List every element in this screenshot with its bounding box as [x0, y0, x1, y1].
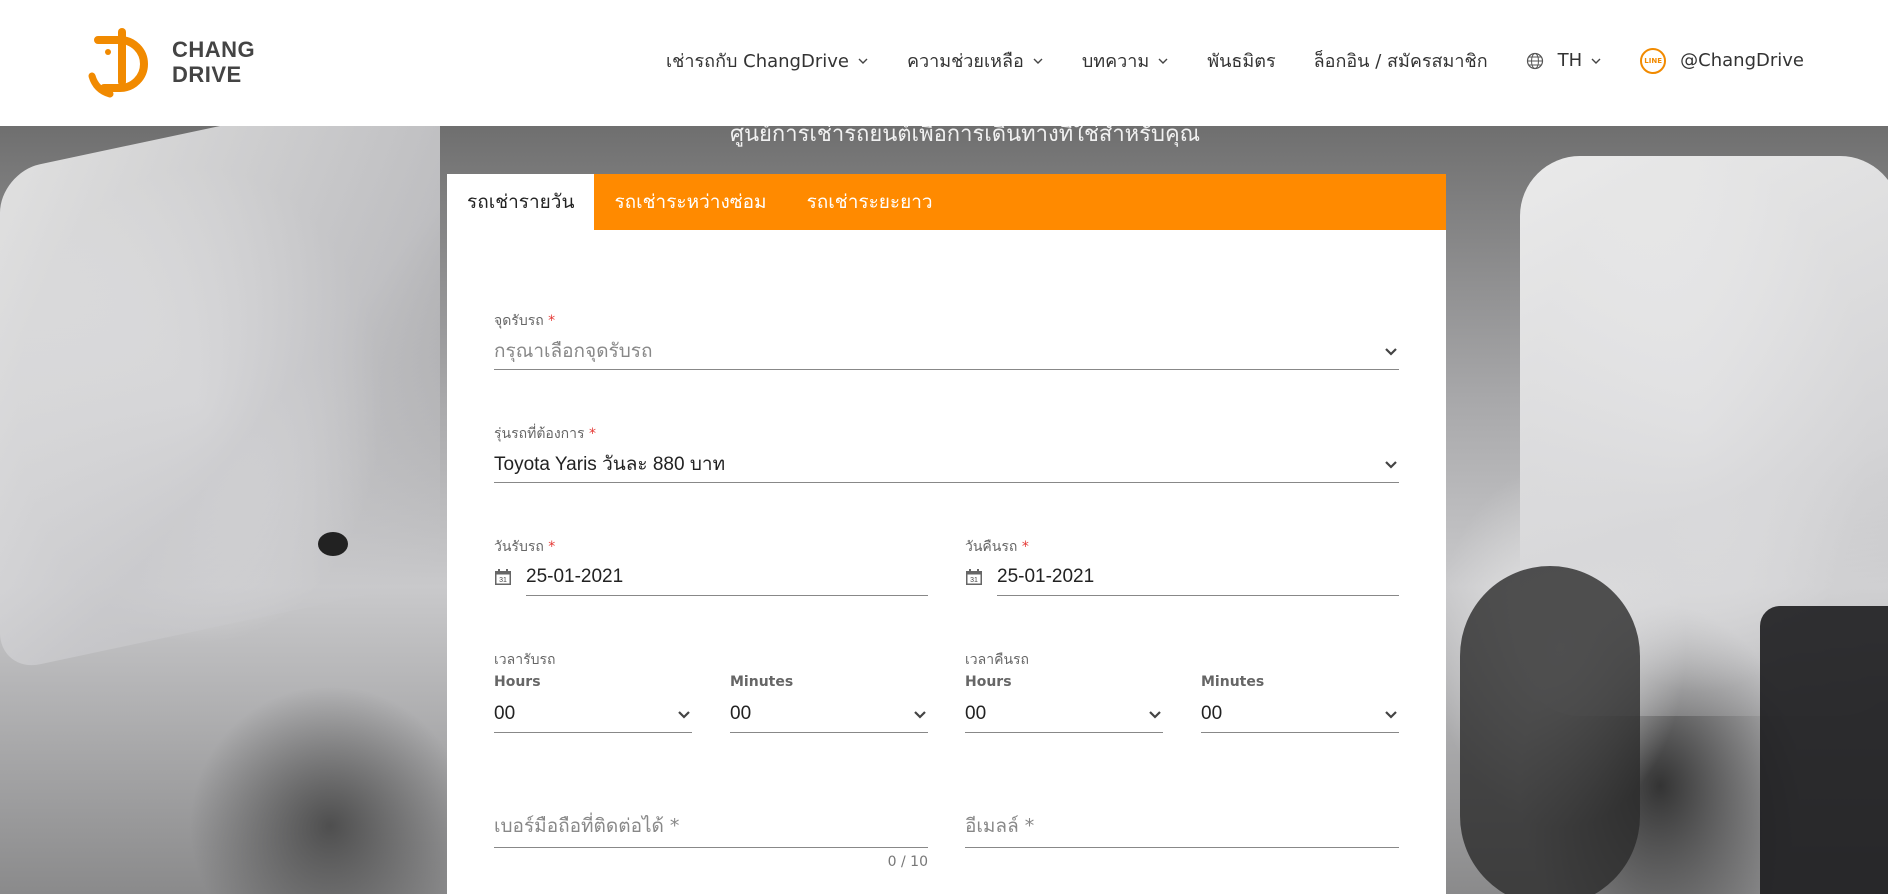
return-date-label: วันคืนรถ * — [965, 539, 1029, 555]
return-minutes-value: 00 — [1201, 702, 1223, 724]
chevron-down-icon — [1591, 58, 1601, 64]
tab-repair-rental[interactable]: รถเช่าระหว่างซ่อม — [594, 174, 786, 230]
bg-dark-trousers — [1760, 606, 1888, 894]
return-minutes-label: Minutes — [1201, 674, 1265, 690]
booking-card: รถเช่ารายวัน รถเช่าระหว่างซ่อม รถเช่าระย… — [447, 174, 1446, 894]
chevron-down-icon — [858, 58, 868, 64]
nav-help[interactable]: ความช่วยเหลือ — [907, 46, 1044, 75]
calendar-icon: 31 — [495, 569, 511, 585]
pickup-minutes-select[interactable]: 00 — [730, 695, 928, 733]
bg-shirt-button — [318, 532, 348, 556]
chevron-down-icon — [1385, 710, 1397, 719]
car-model-label: รุ่นรถที่ต้องการ * — [494, 426, 596, 442]
email-input[interactable]: อีเมลล์ * — [965, 804, 1399, 848]
pickup-location-field: จุดรับรถ * กรุณาเลือกจุดรับรถ — [494, 310, 1399, 380]
return-time-label: เวลาคืนรถ — [965, 652, 1030, 668]
chevron-down-icon — [1385, 460, 1397, 469]
chevron-down-icon — [1158, 58, 1168, 64]
chevron-down-icon — [1033, 58, 1043, 64]
return-hours-label: Hours — [965, 674, 1012, 690]
pickup-time-field: เวลารับรถ Hours Minutes 00 00 — [494, 649, 928, 733]
calendar-icon-text: 31 — [970, 577, 978, 584]
chevron-down-icon — [678, 710, 690, 719]
line-handle: @ChangDrive — [1680, 50, 1804, 71]
nav-label: พันธมิตร — [1207, 51, 1276, 72]
pickup-time-label: เวลารับรถ — [494, 652, 556, 668]
phone-input[interactable]: เบอร์มือถือที่ติดต่อได้ * — [494, 804, 928, 848]
return-minutes-select[interactable]: 00 — [1201, 695, 1399, 733]
return-date-field: วันคืนรถ * 31 25-01-2021 — [965, 536, 1399, 606]
bg-car-wheel — [1460, 566, 1640, 894]
calendar-icon-text: 31 — [499, 577, 507, 584]
tab-daily-rental[interactable]: รถเช่ารายวัน — [447, 174, 595, 230]
calendar-icon: 31 — [966, 569, 982, 585]
pickup-date-input[interactable]: 25-01-2021 — [526, 558, 928, 596]
phone-char-counter: 0 / 10 — [887, 854, 928, 870]
pickup-hours-select[interactable]: 00 — [494, 695, 692, 733]
tab-long-term-rental[interactable]: รถเช่าระยะยาว — [787, 174, 953, 230]
chevron-down-icon — [914, 710, 926, 719]
return-hours-value: 00 — [965, 702, 987, 724]
nav-rent-with-changdrive[interactable]: เช่ารถกับ ChangDrive — [666, 46, 869, 75]
chevron-down-icon — [1149, 710, 1161, 719]
email-placeholder: อีเมลล์ * — [965, 814, 1035, 837]
pickup-date-field: วันรับรถ * 31 25-01-2021 — [494, 536, 928, 606]
phone-field: เบอร์มือถือที่ติดต่อได้ * 0 / 10 — [494, 804, 928, 884]
hero-tagline: ศูนย์การเช่ารถยนต์เพื่อการเดินทางที่ใช่ส… — [730, 126, 1201, 147]
language-label: TH — [1557, 50, 1583, 71]
nav-partners[interactable]: พันธมิตร — [1207, 46, 1275, 75]
pickup-date-value: 25-01-2021 — [526, 565, 624, 587]
return-time-field: เวลาคืนรถ Hours Minutes 00 00 — [965, 649, 1399, 733]
phone-placeholder: เบอร์มือถือที่ติดต่อได้ * — [494, 814, 680, 837]
return-date-value: 25-01-2021 — [997, 565, 1095, 587]
nav-articles[interactable]: บทความ — [1082, 46, 1169, 75]
car-model-value: Toyota Yaris วันละ 880 บาท — [494, 453, 726, 475]
rental-type-tabs: รถเช่ารายวัน รถเช่าระหว่างซ่อม รถเช่าระย… — [447, 174, 1446, 230]
pickup-minutes-label: Minutes — [730, 674, 794, 690]
line-icon-text: LINE — [1644, 56, 1663, 65]
pickup-hours-label: Hours — [494, 674, 541, 690]
line-icon: LINE — [1640, 47, 1667, 74]
pickup-location-label: จุดรับรถ * — [494, 313, 556, 329]
car-model-select[interactable]: Toyota Yaris วันละ 880 บาท — [494, 445, 1399, 483]
line-contact-link[interactable]: LINE @ChangDrive — [1640, 47, 1804, 74]
changdrive-logo-icon — [88, 28, 148, 98]
return-hours-select[interactable]: 00 — [965, 695, 1163, 733]
brand-line1: CHANG — [172, 37, 256, 62]
brand-line2: DRIVE — [172, 62, 242, 87]
nav-label: ล็อกอิน / สมัครสมาชิก — [1313, 51, 1488, 72]
pickup-location-select[interactable]: กรุณาเลือกจุดรับรถ — [494, 332, 1399, 370]
pickup-hours-value: 00 — [494, 702, 516, 724]
brand-wordmark: CHANG DRIVE — [172, 37, 255, 87]
email-field: อีเมลล์ * — [965, 804, 1399, 864]
pickup-location-placeholder: กรุณาเลือกจุดรับรถ — [494, 339, 653, 362]
site-header: CHANG DRIVE เช่ารถกับ ChangDrive ความช่ว… — [0, 0, 1888, 126]
globe-icon — [1526, 52, 1543, 69]
pickup-date-label: วันรับรถ * — [494, 539, 556, 555]
nav-label: เช่ารถกับ ChangDrive — [666, 51, 849, 72]
main-nav: เช่ารถกับ ChangDrive ความช่วยเหลือ บทควา… — [666, 46, 1804, 75]
nav-label: บทความ — [1081, 51, 1150, 72]
pickup-minutes-value: 00 — [730, 702, 752, 724]
return-date-input[interactable]: 25-01-2021 — [997, 558, 1399, 596]
car-model-field: รุ่นรถที่ต้องการ * Toyota Yaris วันละ 88… — [494, 423, 1399, 493]
chevron-down-icon — [1385, 347, 1397, 356]
bg-shirt-left — [0, 126, 440, 673]
nav-label: ความช่วยเหลือ — [906, 51, 1024, 72]
brand-logo[interactable]: CHANG DRIVE — [84, 22, 255, 102]
nav-login-register[interactable]: ล็อกอิน / สมัครสมาชิก — [1314, 46, 1488, 75]
language-selector[interactable]: TH — [1526, 50, 1603, 71]
